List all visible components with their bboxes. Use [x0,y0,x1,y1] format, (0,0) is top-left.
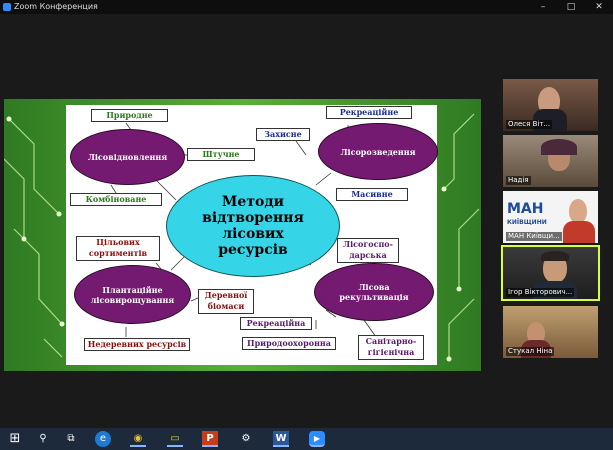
oval-lisova-rekultyvatsiia: Лісова рекультивація [314,263,434,321]
participant-tile-1[interactable]: Олеся Віт... [503,79,598,131]
center-topic-label: Методи відтворення лісових ресурсів [202,194,304,258]
windows-start-icon[interactable]: ⊞ [7,431,23,447]
box-lisohospodarska: Лісогоспо-дарська [337,238,399,263]
zoom-app-icon [3,3,11,11]
participant-hair [541,139,577,155]
participant-tile-3[interactable]: МАН КИЇВЩИНИ МАН Київщи... [503,191,598,243]
minimize-button[interactable]: – [529,0,557,14]
file-explorer-icon[interactable]: ▭ [167,431,183,447]
oval-lisorozvedennia: Лісорозведення [318,123,438,180]
participant-name: Ігор Вікторович... [506,288,575,297]
oval-lisovidnovlennia: Лісовідновлення [70,129,185,185]
powerpoint-icon[interactable]: P [202,431,218,447]
participant-tile-5[interactable]: Стукал Ніна [503,306,598,358]
close-button[interactable]: ✕ [585,0,613,14]
participant-name: МАН Київщи... [506,232,562,241]
window-title-bar: Zoom Конференция – □ ✕ [0,0,613,14]
participant-body [563,221,595,243]
oval-lisovidnovlennia-label: Лісовідновлення [87,152,168,162]
oval-lisova-rekultyvatsiia-label: Лісова рекультивація [339,282,409,302]
participant-name: Стукал Ніна [506,347,555,356]
window-title: Zoom Конференция [14,2,98,11]
man-logo-caption: КИЇВЩИНИ [507,219,547,226]
center-topic-oval: Методи відтворення лісових ресурсів [166,175,340,277]
maximize-button[interactable]: □ [557,0,585,14]
participant-hair [541,251,569,261]
task-view-icon[interactable]: ⧉ [63,431,79,447]
box-rekreatsiina: Рекреаційна [240,317,312,330]
word-icon[interactable]: W [273,431,289,447]
chrome-icon[interactable]: ◉ [130,431,146,447]
box-shtuchne: Штучне [187,148,255,161]
shared-screen: Методи відтворення лісових ресурсів Лісо… [4,99,481,371]
participant-name: Олеся Віт... [506,120,553,129]
man-logo: МАН [507,201,544,217]
box-rekreatsiine: Рекреаційне [326,106,412,119]
participant-tile-4-active-speaker[interactable]: Ігор Вікторович... [501,245,600,301]
windows-taskbar: ⊞ ⚲ ⧉ e ◉ ▭ P ⚙ W ▶ [0,428,613,450]
box-kombinovane: Комбіноване [70,193,162,206]
presentation-slide: Методи відтворення лісових ресурсів Лісо… [66,105,438,365]
box-masyvne: Масивне [336,188,408,201]
search-icon[interactable]: ⚲ [35,431,51,447]
box-pryrodookhoronna: Природоохоронна [242,337,336,350]
settings-icon[interactable]: ⚙ [238,431,254,447]
oval-lisorozvedennia-label: Лісорозведення [340,146,416,157]
box-sanitarno-hihienichna: Санітарно-гігієнічна [358,335,424,360]
participant-tile-2[interactable]: Надія [503,135,598,187]
meeting-area: Методи відтворення лісових ресурсів Лісо… [0,14,613,428]
zoom-icon[interactable]: ▶ [309,431,325,447]
box-derevnoi-biomasy: Деревної біомаси [198,289,254,314]
oval-plantatsiine-label: Плантаційне лісовирощування [90,284,175,305]
participant-face [569,199,587,223]
edge-icon[interactable]: e [95,431,111,447]
box-zakhysne: Захисне [256,128,310,141]
box-tsilovykh-sortymentiv: Цільових сортиментів [76,236,160,261]
box-nederevnykh-resursiv: Недеревних ресурсів [84,338,190,351]
oval-plantatsiine: Плантаційне лісовирощування [74,265,191,324]
box-pryrodne: Природне [91,109,168,122]
participant-name: Надія [506,176,531,185]
